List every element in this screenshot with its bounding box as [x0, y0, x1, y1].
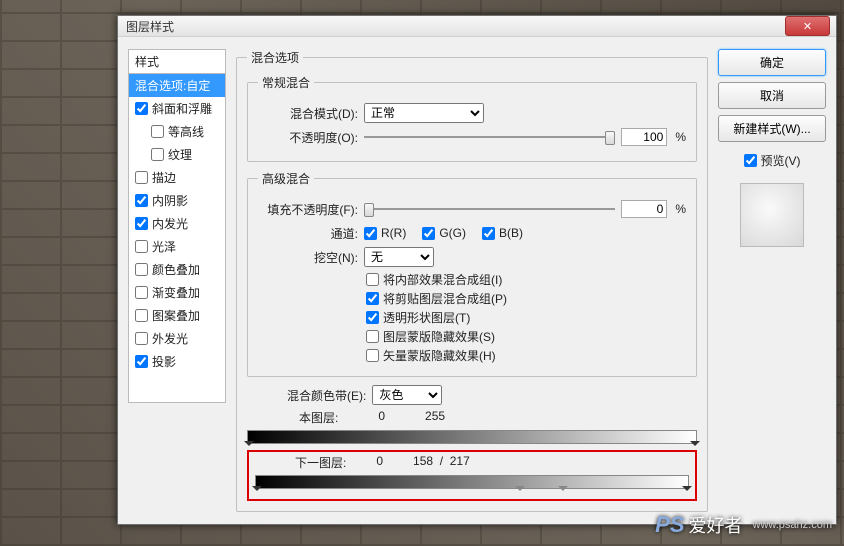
this-layer-hi: 255 — [425, 409, 445, 426]
style-item-checkbox[interactable] — [135, 217, 148, 230]
right-panel: 确定 取消 新建样式(W)... 预览(V) — [718, 49, 826, 512]
blend-mode-select[interactable]: 正常 — [364, 103, 484, 123]
style-item-label: 外发光 — [152, 330, 188, 347]
style-item-checkbox[interactable] — [135, 171, 148, 184]
new-style-button[interactable]: 新建样式(W)... — [718, 115, 826, 142]
style-item-checkbox[interactable] — [151, 148, 164, 161]
layer-style-dialog: 图层样式 ✕ 样式 混合选项:自定 斜面和浮雕等高线纹理描边内阴影内发光光泽颜色… — [117, 15, 837, 525]
style-item-checkbox[interactable] — [151, 125, 164, 138]
style-item-2[interactable]: 纹理 — [129, 143, 225, 166]
style-item-checkbox[interactable] — [135, 332, 148, 345]
style-blending-options[interactable]: 混合选项:自定 — [129, 74, 225, 97]
advanced-blending-group: 高级混合 填充不透明度(F): % 通道: R(R) G(G) B(B) — [247, 170, 697, 377]
close-button[interactable]: ✕ — [785, 16, 830, 36]
style-item-label: 纹理 — [168, 146, 192, 163]
watermark-url: www.psahz.com — [753, 519, 832, 531]
watermark-text: 爱好者 — [689, 512, 743, 538]
channel-g[interactable]: G(G) — [422, 226, 466, 240]
titlebar: 图层样式 ✕ — [118, 16, 836, 37]
opacity-input[interactable] — [621, 128, 667, 146]
style-item-label: 光泽 — [152, 238, 176, 255]
general-blending-legend: 常规混合 — [258, 74, 314, 91]
blend-mode-label: 混合模式(D): — [258, 105, 358, 122]
style-item-5[interactable]: 内发光 — [129, 212, 225, 235]
under-layer-label: 下一图层: — [295, 454, 346, 471]
watermark-logo: PS — [655, 512, 684, 538]
fill-opacity-unit: % — [675, 202, 686, 216]
under-layer-hi: 217 — [450, 454, 470, 468]
blend-if-group: 混合颜色带(E): 灰色 本图层: 0 255 — [247, 385, 697, 501]
style-item-checkbox[interactable] — [135, 194, 148, 207]
cancel-button[interactable]: 取消 — [718, 82, 826, 109]
style-item-3[interactable]: 描边 — [129, 166, 225, 189]
this-layer-lo: 0 — [378, 409, 385, 426]
ok-button[interactable]: 确定 — [718, 49, 826, 76]
style-item-10[interactable]: 外发光 — [129, 327, 225, 350]
opacity-label: 不透明度(O): — [258, 129, 358, 146]
opacity-unit: % — [675, 130, 686, 144]
knockout-select[interactable]: 无 — [364, 247, 434, 267]
advanced-blending-legend: 高级混合 — [258, 170, 314, 187]
this-layer-gradient[interactable] — [247, 430, 697, 444]
style-item-label: 图案叠加 — [152, 307, 200, 324]
style-item-4[interactable]: 内阴影 — [129, 189, 225, 212]
cb-transparency-shapes[interactable]: 透明形状图层(T) — [366, 309, 686, 326]
channels-label: 通道: — [258, 225, 358, 242]
preview-checkbox[interactable]: 预览(V) — [718, 152, 826, 169]
cb-vector-mask-hides[interactable]: 矢量蒙版隐藏效果(H) — [366, 347, 686, 364]
general-blending-group: 常规混合 混合模式(D): 正常 不透明度(O): % — [247, 74, 697, 162]
style-item-label: 渐变叠加 — [152, 284, 200, 301]
style-item-label: 等高线 — [168, 123, 204, 140]
style-item-checkbox[interactable] — [135, 309, 148, 322]
preview-thumbnail — [740, 183, 804, 247]
fill-opacity-input[interactable] — [621, 200, 667, 218]
style-item-8[interactable]: 渐变叠加 — [129, 281, 225, 304]
style-item-1[interactable]: 等高线 — [129, 120, 225, 143]
styles-list: 混合选项:自定 斜面和浮雕等高线纹理描边内阴影内发光光泽颜色叠加渐变叠加图案叠加… — [128, 73, 226, 403]
fill-opacity-slider[interactable] — [364, 200, 615, 218]
cb-clipped-layers[interactable]: 将剪贴图层混合成组(P) — [366, 290, 686, 307]
style-item-label: 描边 — [152, 169, 176, 186]
style-item-checkbox[interactable] — [135, 240, 148, 253]
blend-if-label: 混合颜色带(E): — [287, 387, 366, 404]
channel-b[interactable]: B(B) — [482, 226, 523, 240]
blend-if-select[interactable]: 灰色 — [372, 385, 442, 405]
style-item-checkbox[interactable] — [135, 286, 148, 299]
close-icon: ✕ — [803, 20, 812, 33]
fill-opacity-label: 填充不透明度(F): — [258, 201, 358, 218]
blending-options-group: 混合选项 常规混合 混合模式(D): 正常 不透明度(O): — [236, 49, 708, 512]
under-layer-mid: 158 — [413, 454, 433, 468]
this-layer-label: 本图层: — [299, 409, 338, 426]
highlight-box: 下一图层: 0 158 / 217 — [247, 450, 697, 501]
cb-layer-mask-hides[interactable]: 图层蒙版隐藏效果(S) — [366, 328, 686, 345]
channel-r[interactable]: R(R) — [364, 226, 406, 240]
opacity-slider[interactable] — [364, 128, 615, 146]
style-item-11[interactable]: 投影 — [129, 350, 225, 373]
style-item-checkbox[interactable] — [135, 263, 148, 276]
style-item-label: 颜色叠加 — [152, 261, 200, 278]
style-item-6[interactable]: 光泽 — [129, 235, 225, 258]
style-item-0[interactable]: 斜面和浮雕 — [129, 97, 225, 120]
dialog-title: 图层样式 — [126, 18, 785, 35]
watermark: PS 爱好者 www.psahz.com — [655, 512, 832, 538]
under-layer-gradient[interactable] — [255, 475, 689, 489]
knockout-label: 挖空(N): — [258, 249, 358, 266]
styles-panel: 样式 混合选项:自定 斜面和浮雕等高线纹理描边内阴影内发光光泽颜色叠加渐变叠加图… — [128, 49, 226, 512]
style-item-7[interactable]: 颜色叠加 — [129, 258, 225, 281]
style-item-label: 斜面和浮雕 — [152, 100, 212, 117]
style-item-label: 投影 — [152, 353, 176, 370]
style-item-checkbox[interactable] — [135, 102, 148, 115]
style-item-label: 内阴影 — [152, 192, 188, 209]
style-item-checkbox[interactable] — [135, 355, 148, 368]
blending-options-legend: 混合选项 — [247, 49, 303, 66]
under-layer-lo: 0 — [376, 454, 383, 471]
cb-interior-effects[interactable]: 将内部效果混合成组(I) — [366, 271, 686, 288]
style-item-9[interactable]: 图案叠加 — [129, 304, 225, 327]
styles-header: 样式 — [128, 49, 226, 73]
style-item-label: 内发光 — [152, 215, 188, 232]
